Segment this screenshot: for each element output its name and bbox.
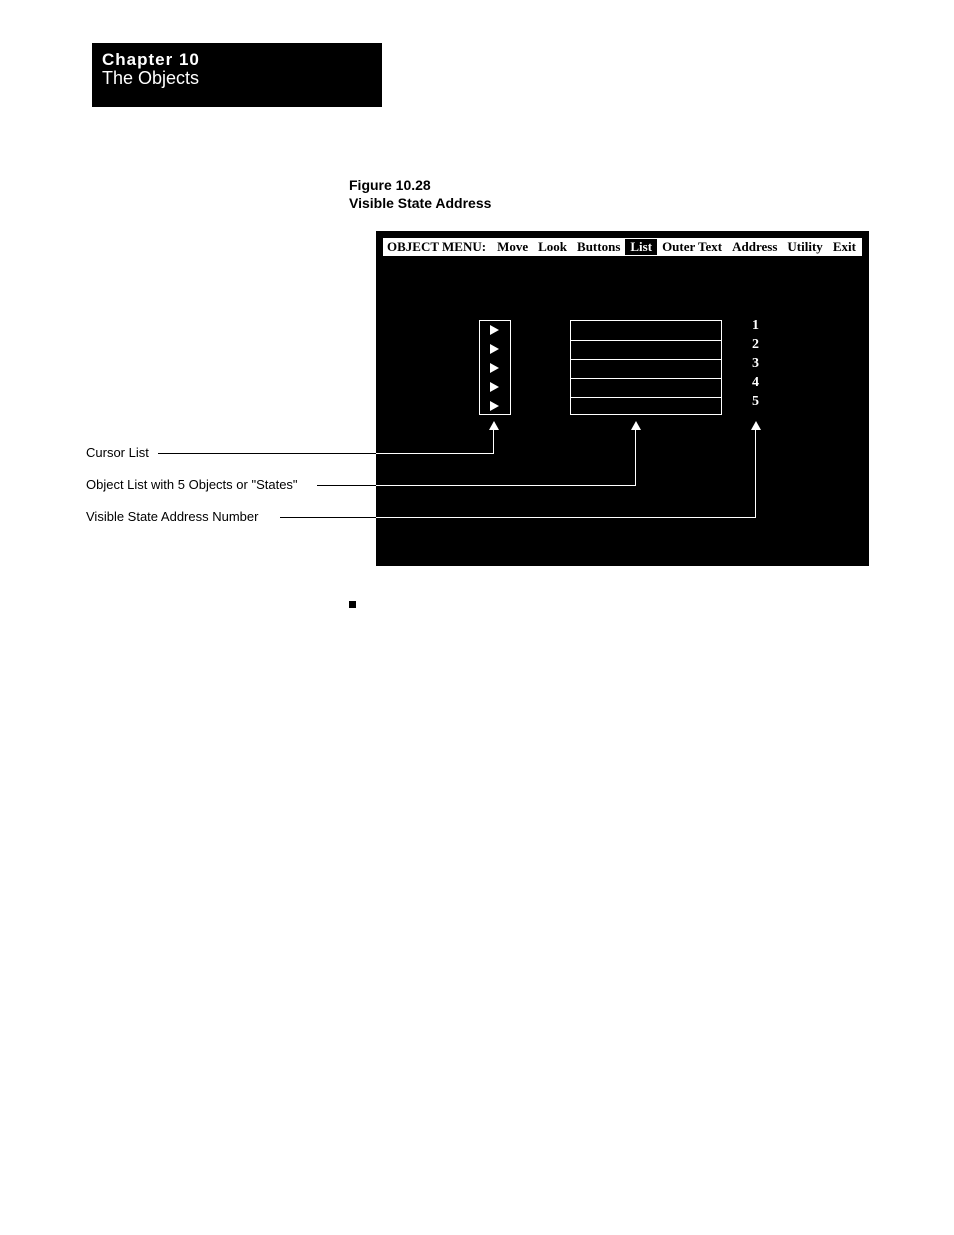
cursor-icon bbox=[490, 363, 499, 373]
figure-caption: Figure 10.28 Visible State Address bbox=[349, 176, 491, 212]
object-row-divider bbox=[571, 378, 721, 379]
object-row-divider bbox=[571, 397, 721, 398]
callout-object-list: Object List with 5 Objects or "States" bbox=[86, 477, 298, 492]
callout-cursor-list: Cursor List bbox=[86, 445, 149, 460]
cursor-icon bbox=[490, 325, 499, 335]
connector-line bbox=[493, 430, 494, 454]
object-row-divider bbox=[571, 359, 721, 360]
state-number: 1 bbox=[752, 318, 759, 334]
cursor-icon bbox=[490, 401, 499, 411]
menu-item-outer-text[interactable]: Outer Text bbox=[657, 239, 727, 255]
menu-bar-label: OBJECT MENU: bbox=[383, 239, 492, 255]
figure-title: Visible State Address bbox=[349, 194, 491, 212]
object-list-box bbox=[570, 320, 722, 415]
menu-item-move[interactable]: Move bbox=[492, 239, 533, 255]
connector-line bbox=[317, 485, 376, 486]
state-number: 5 bbox=[752, 394, 759, 410]
connector-line bbox=[635, 430, 636, 486]
figure-number: Figure 10.28 bbox=[349, 176, 491, 194]
object-row-divider bbox=[571, 340, 721, 341]
cursor-list-box bbox=[479, 320, 511, 415]
chapter-title: The Objects bbox=[102, 69, 372, 88]
chapter-header: Chapter 10 The Objects bbox=[92, 43, 382, 107]
connector-line bbox=[755, 430, 756, 518]
bullet-icon bbox=[349, 601, 356, 608]
state-number: 3 bbox=[752, 356, 759, 372]
arrowhead-up-icon bbox=[751, 421, 761, 430]
chapter-number: Chapter 10 bbox=[102, 51, 372, 69]
connector-line bbox=[376, 517, 756, 518]
menu-item-buttons[interactable]: Buttons bbox=[572, 239, 625, 255]
arrowhead-up-icon bbox=[631, 421, 641, 430]
cursor-icon bbox=[490, 382, 499, 392]
menu-item-look[interactable]: Look bbox=[533, 239, 572, 255]
callout-vsa-number: Visible State Address Number bbox=[86, 509, 258, 524]
menu-item-exit[interactable]: Exit bbox=[828, 239, 861, 255]
connector-line bbox=[158, 453, 376, 454]
cursor-icon bbox=[490, 344, 499, 354]
connector-line bbox=[376, 453, 494, 454]
arrowhead-up-icon bbox=[489, 421, 499, 430]
menu-bar: OBJECT MENU: Move Look Buttons List Oute… bbox=[383, 238, 862, 256]
state-number: 4 bbox=[752, 375, 759, 391]
menu-item-list[interactable]: List bbox=[625, 239, 657, 255]
connector-line bbox=[376, 485, 636, 486]
menu-item-utility[interactable]: Utility bbox=[782, 239, 827, 255]
state-number: 2 bbox=[752, 337, 759, 353]
figure-screenshot: OBJECT MENU: Move Look Buttons List Oute… bbox=[376, 231, 869, 566]
connector-line bbox=[280, 517, 376, 518]
menu-item-address[interactable]: Address bbox=[727, 239, 782, 255]
